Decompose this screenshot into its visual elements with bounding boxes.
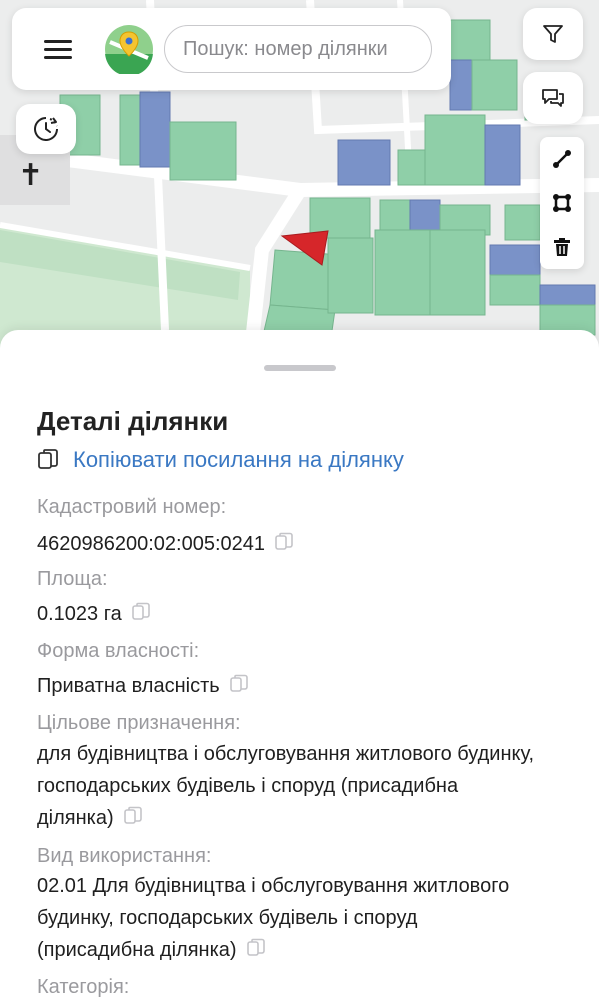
field-label-cadastral: Кадастровий номер:: [37, 496, 227, 518]
cadastral-number: 4620986200:02:005:0241: [37, 533, 266, 555]
field-value-purpose: для будівництва і обслуговування житлово…: [37, 738, 537, 834]
filter-funnel-icon: [543, 25, 563, 43]
field-label-purpose: Цільове призначення:: [37, 712, 241, 734]
field-label-usage: Вид використання:: [37, 845, 212, 867]
area-value: 0.1023 га: [37, 603, 122, 625]
field-label-category: Категорія:: [37, 976, 130, 998]
measure-line-icon: [553, 150, 571, 168]
field-value-cadastral: 4620986200:02:005:0241: [37, 528, 537, 560]
hamburger-icon: [44, 40, 72, 43]
field-value-usage: 02.01 Для будівництва і обслуговування ж…: [37, 870, 537, 966]
field-label-ownership: Форма власності:: [37, 640, 200, 662]
chat-bubbles-icon: [542, 89, 564, 107]
copy-icon[interactable]: [131, 602, 150, 622]
sheet-title: Деталі ділянки: [37, 406, 229, 436]
copy-link-label: Копіювати посилання на ділянку: [73, 447, 404, 472]
menu-button[interactable]: [40, 32, 76, 66]
usage-value: 02.01 Для будівництва і обслуговування ж…: [37, 875, 510, 961]
sheet-drag-handle[interactable]: [264, 365, 336, 371]
map-pin-logo: [105, 25, 153, 74]
measure-area-icon: [553, 194, 571, 212]
feedback-button[interactable]: [523, 72, 583, 124]
measure-line-button[interactable]: [540, 137, 584, 181]
field-label-area: Площа:: [37, 568, 108, 590]
ownership-value: Приватна власність: [37, 675, 220, 697]
history-clock-icon: [34, 117, 58, 141]
trash-icon: [554, 238, 570, 256]
measure-area-button[interactable]: [540, 181, 584, 225]
filter-button[interactable]: [523, 8, 583, 60]
copy-link-button[interactable]: Копіювати посилання на ділянку: [37, 447, 404, 473]
top-bar: [12, 8, 451, 90]
parcel-details-sheet[interactable]: Деталі ділянки Копіювати посилання на ді…: [0, 330, 599, 1000]
delete-drawing-button[interactable]: [540, 225, 584, 269]
draw-tools: [540, 137, 584, 269]
copy-icon: [38, 449, 58, 469]
copy-icon[interactable]: [246, 938, 265, 958]
search-input[interactable]: [164, 25, 432, 73]
copy-icon[interactable]: [229, 674, 248, 694]
history-button[interactable]: [16, 104, 76, 154]
copy-icon[interactable]: [123, 806, 142, 826]
field-value-area: 0.1023 га: [37, 598, 537, 630]
copy-icon[interactable]: [275, 532, 293, 552]
purpose-value: для будівництва і обслуговування житлово…: [37, 743, 535, 829]
svg-text:✝: ✝: [18, 158, 43, 193]
field-value-ownership: Приватна власність: [37, 670, 537, 702]
